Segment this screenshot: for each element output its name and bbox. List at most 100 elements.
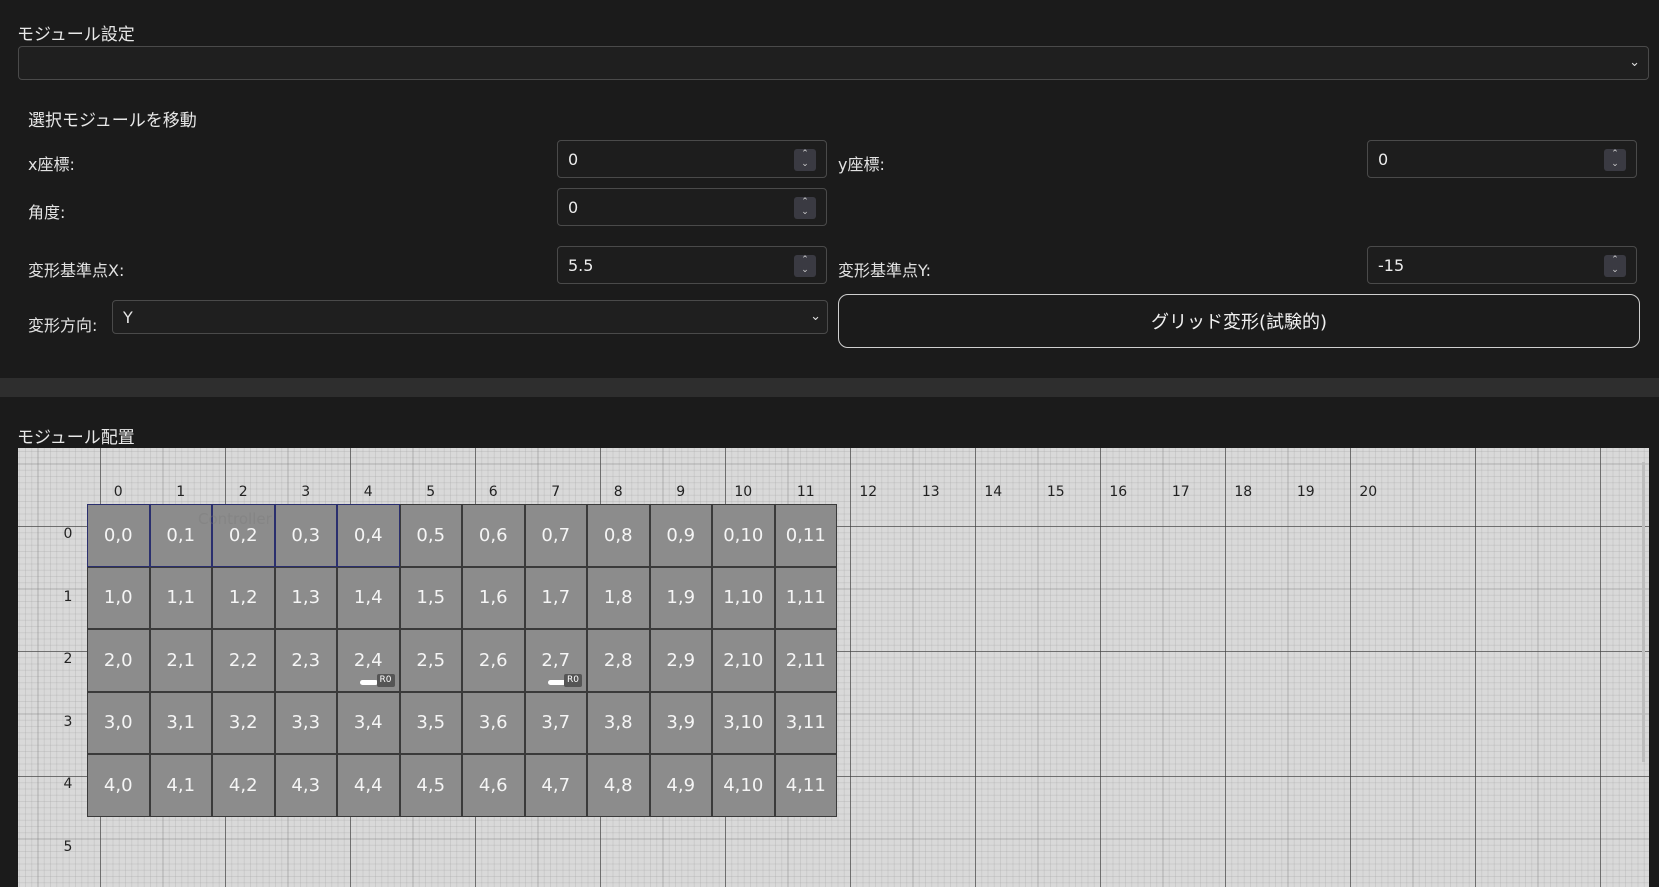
module-cell[interactable]: 0,4 xyxy=(337,504,400,567)
module-cell-label: 1,9 xyxy=(666,587,696,609)
column-header: 7 xyxy=(551,484,561,500)
module-cell[interactable]: 0,10 xyxy=(712,504,775,567)
module-cell[interactable]: 2,4 R0 xyxy=(337,629,400,692)
module-cell[interactable]: 2,10 xyxy=(712,629,775,692)
column-header: 1 xyxy=(176,484,186,500)
module-cell[interactable]: 3,5 xyxy=(399,691,462,754)
column-header: 20 xyxy=(1359,484,1378,500)
module-cell[interactable]: 4,11 xyxy=(774,754,837,817)
pivot-x-value: 5.5 xyxy=(568,256,594,275)
pivot-y-label: 変形基準点Y: xyxy=(838,261,932,280)
module-cell[interactable]: 3,3 xyxy=(274,691,337,754)
x-coord-input[interactable]: 0 ⌃ ⌄ xyxy=(557,140,827,178)
module-cell-label: 4,10 xyxy=(723,774,764,796)
module-cell[interactable]: 4,10 xyxy=(712,754,775,817)
module-cell-label: 0,8 xyxy=(603,524,633,546)
module-cell[interactable]: 0,3 xyxy=(274,504,337,567)
grid-transform-button[interactable]: グリッド変形(試験的) xyxy=(838,294,1640,348)
module-cell-label: 2,0 xyxy=(103,649,133,671)
module-cell[interactable]: 1,2 xyxy=(212,566,275,629)
module-cell-label: 1,2 xyxy=(228,587,258,609)
module-layout-canvas[interactable]: 0 1 2 3 4 5 6 7 8 9 10 11 12 13 14 15 16 17 18 19 20 012345 … xyxy=(18,448,1649,887)
module-cell-label: 2,3 xyxy=(291,649,321,671)
column-header: 15 xyxy=(1046,484,1065,500)
module-cell-label: 4,2 xyxy=(228,774,258,796)
module-cell[interactable]: 3,9 xyxy=(649,691,712,754)
spinner-icon[interactable]: ⌃ ⌄ xyxy=(1604,149,1626,171)
module-cell[interactable]: 2,1 xyxy=(149,629,212,692)
module-cell[interactable]: 2,8 xyxy=(587,629,650,692)
module-cell[interactable]: 1,8 xyxy=(587,566,650,629)
column-header: 3 xyxy=(301,484,311,500)
y-coord-input[interactable]: 0 ⌃ ⌄ xyxy=(1367,140,1637,178)
module-cell[interactable]: 1,5 xyxy=(399,566,462,629)
angle-input[interactable]: 0 ⌃ ⌄ xyxy=(557,188,827,226)
pivot-y-input[interactable]: -15 ⌃ ⌄ xyxy=(1367,246,1637,284)
column-header: 9 xyxy=(676,484,686,500)
module-cell[interactable]: 1,1 xyxy=(149,566,212,629)
module-cell[interactable]: 3,2 xyxy=(212,691,275,754)
module-cell[interactable]: 3,7 xyxy=(524,691,587,754)
module-cell[interactable]: 4,7 xyxy=(524,754,587,817)
module-cell-label: 2,2 xyxy=(228,649,258,671)
module-cell[interactable]: 3,8 xyxy=(587,691,650,754)
canvas-scrollbar[interactable] xyxy=(1642,462,1645,762)
module-cell[interactable]: 1,0 xyxy=(87,566,150,629)
module-cell[interactable]: 3,0 xyxy=(87,691,150,754)
module-cell[interactable]: 1,11 xyxy=(774,566,837,629)
module-cell[interactable]: 2,6 xyxy=(462,629,525,692)
spinner-icon[interactable]: ⌃ ⌄ xyxy=(794,255,816,277)
module-cell[interactable]: 3,4 xyxy=(337,691,400,754)
module-cell[interactable]: 0,11 xyxy=(774,504,837,567)
module-cell[interactable]: 2,9 xyxy=(649,629,712,692)
module-cell[interactable]: 3,1 xyxy=(149,691,212,754)
module-cell[interactable]: 4,5 xyxy=(399,754,462,817)
column-header: 11 xyxy=(796,484,815,500)
module-cell[interactable]: 4,0 xyxy=(87,754,150,817)
module-cell[interactable]: 2,7 R0 xyxy=(524,629,587,692)
module-cell[interactable]: 0,6 xyxy=(462,504,525,567)
module-cell[interactable]: 1,3 xyxy=(274,566,337,629)
module-cell-label: 3,9 xyxy=(666,712,696,734)
module-select[interactable]: ⌄ xyxy=(18,46,1649,80)
module-cell[interactable]: 2,3 xyxy=(274,629,337,692)
pivot-y-value: -15 xyxy=(1378,256,1405,275)
module-cell[interactable]: 2,5 xyxy=(399,629,462,692)
module-cell[interactable]: 2,0 xyxy=(87,629,150,692)
pivot-x-input[interactable]: 5.5 ⌃ ⌄ xyxy=(557,246,827,284)
module-cell-label: 0,7 xyxy=(541,524,571,546)
module-cell[interactable]: 1,6 xyxy=(462,566,525,629)
module-cell[interactable]: 0,7 xyxy=(524,504,587,567)
module-cell[interactable]: 2,2 xyxy=(212,629,275,692)
direction-select[interactable]: Y ⌄ xyxy=(112,300,828,334)
chevron-down-icon: ⌄ xyxy=(1629,55,1640,70)
module-cell[interactable]: 3,10 xyxy=(712,691,775,754)
module-cell[interactable]: 4,4 xyxy=(337,754,400,817)
module-cell[interactable]: 4,2 xyxy=(212,754,275,817)
module-cell[interactable]: 0,9 xyxy=(649,504,712,567)
module-cell[interactable]: 3,11 xyxy=(774,691,837,754)
module-cell[interactable]: 2,11 xyxy=(774,629,837,692)
module-cell-label: 4,9 xyxy=(666,774,696,796)
spinner-icon[interactable]: ⌃ ⌄ xyxy=(794,149,816,171)
module-cell-label: 2,10 xyxy=(723,649,764,671)
module-settings-title: モジュール設定 xyxy=(17,25,135,45)
module-cell[interactable]: 1,4 xyxy=(337,566,400,629)
module-cell[interactable]: 1,7 xyxy=(524,566,587,629)
spinner-icon[interactable]: ⌃ ⌄ xyxy=(794,197,816,219)
angle-label: 角度: xyxy=(28,203,66,222)
module-cell[interactable]: 4,8 xyxy=(587,754,650,817)
module-cell[interactable]: 0,5 xyxy=(399,504,462,567)
module-cell[interactable]: 0,8 xyxy=(587,504,650,567)
module-cell-label: 1,1 xyxy=(166,587,196,609)
receiver-badge: R0 xyxy=(564,673,582,687)
module-cell[interactable]: 1,9 xyxy=(649,566,712,629)
module-cell[interactable]: 4,3 xyxy=(274,754,337,817)
module-cell[interactable]: 4,9 xyxy=(649,754,712,817)
module-cell[interactable]: 4,1 xyxy=(149,754,212,817)
module-cell[interactable]: 4,6 xyxy=(462,754,525,817)
module-cell[interactable]: 0,0 xyxy=(87,504,150,567)
spinner-icon[interactable]: ⌃ ⌄ xyxy=(1604,255,1626,277)
module-cell[interactable]: 3,6 xyxy=(462,691,525,754)
module-cell[interactable]: 1,10 xyxy=(712,566,775,629)
